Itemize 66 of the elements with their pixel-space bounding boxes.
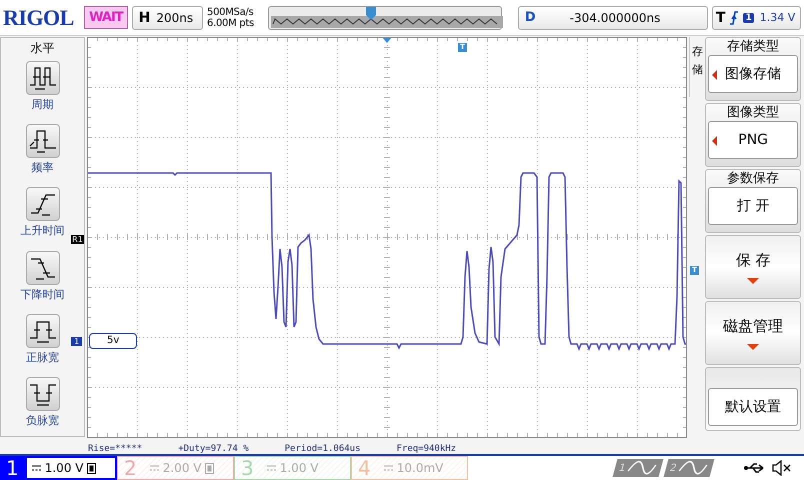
speaker-muted-icon (772, 460, 792, 476)
measure-label: 正脉宽 (26, 350, 60, 365)
option-title: 存储类型 (727, 38, 780, 55)
bandwidth-limit-icon (205, 462, 214, 474)
channel-scale: 1.00 V (44, 461, 84, 475)
channel-number: 4 (358, 456, 371, 480)
option-title: 参数保存 (727, 170, 780, 187)
channel-number: 2 (124, 456, 137, 480)
usb-icon (744, 462, 766, 474)
measure-label: 周期 (32, 97, 54, 112)
option-value-button[interactable]: 图像存储 (708, 55, 798, 93)
measure-button[interactable] (26, 61, 60, 95)
measurement-readout: +Duty=97.74 % (178, 444, 249, 454)
horizontal-value: 200ns (156, 10, 194, 24)
measure-label: 负脉宽 (26, 412, 60, 428)
channel-scale-label: 5v (89, 333, 138, 349)
delay-value: -304.000000ns (570, 10, 660, 24)
trigger-position-icon (366, 6, 376, 20)
channel-tab[interactable]: 1 1.00 V (0, 456, 117, 480)
sample-rate: 500MSa/s (207, 6, 254, 18)
measure-button[interactable] (26, 124, 60, 158)
channel-number: 3 (241, 456, 254, 480)
math-number: 2 (668, 462, 678, 474)
left-arrow-icon (712, 70, 718, 80)
channel-scale: 2.00 V (162, 461, 202, 475)
measurement-readout: Freq=940kHz (396, 444, 456, 454)
reference-marker: R1 (71, 235, 84, 244)
dc-coupling-icon (384, 465, 393, 471)
bandwidth-limit-icon (87, 462, 96, 474)
menu-title: 水平 (30, 40, 55, 57)
submenu-button[interactable]: 磁盘管理 (705, 301, 802, 365)
horizontal-label: H (138, 10, 150, 26)
channel-scale: 10.0mV (396, 461, 444, 475)
trigger-level: 1.34 V (760, 11, 796, 24)
option-value-button[interactable]: PNG (708, 121, 798, 159)
rising-edge-icon (729, 10, 740, 24)
trigger-source: 1 (743, 12, 754, 22)
memory-depth: 6.00M pts (207, 18, 255, 28)
left-arrow-icon (712, 136, 718, 146)
measurement-readout: Period=1.064us (284, 444, 360, 454)
down-arrow-icon (747, 278, 760, 284)
measure-button[interactable] (26, 376, 60, 411)
run-status: WAIT (84, 6, 128, 29)
measure-button[interactable] (26, 187, 60, 222)
brand-logo: RIGOL (3, 4, 75, 30)
default-settings-button[interactable]: 默认设置 (708, 388, 798, 426)
channel-number: 1 (6, 456, 19, 480)
measurement-readout: Rise=***** (88, 444, 142, 454)
submenu-button[interactable]: 保 存 (705, 235, 802, 299)
channel-marker: 1 (71, 337, 82, 346)
trigger-label: T (716, 10, 726, 26)
measure-label: 下降时间 (20, 286, 65, 302)
delay-label: D (524, 10, 536, 25)
dc-coupling-icon (150, 465, 159, 471)
measure-label: 频率 (32, 160, 54, 176)
dc-coupling-icon (32, 465, 41, 471)
measure-label: 上升时间 (20, 223, 65, 238)
channel-scale: 1.00 V (280, 461, 318, 475)
down-arrow-icon (747, 344, 760, 350)
option-value-button[interactable]: 打 开 (708, 187, 798, 225)
menu-title: 存储 (692, 44, 704, 78)
math-number: 1 (618, 462, 628, 474)
option-title: 图像类型 (727, 104, 780, 121)
measure-button[interactable] (26, 314, 60, 348)
dc-coupling-icon (266, 465, 276, 471)
measure-button[interactable] (26, 250, 60, 285)
